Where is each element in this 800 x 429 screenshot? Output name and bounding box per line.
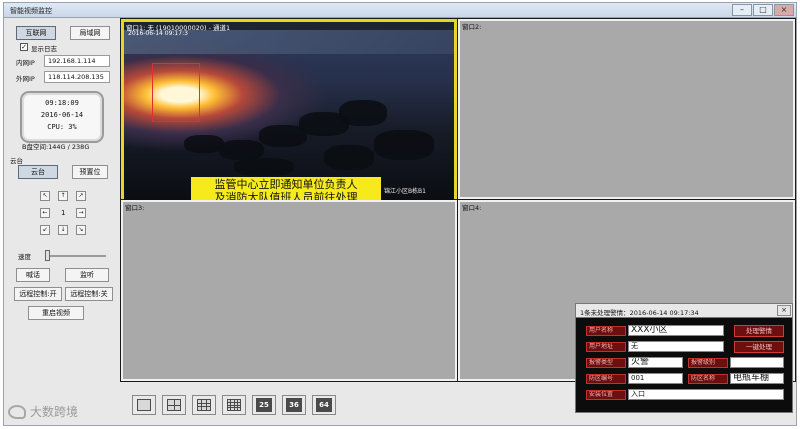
user-address-value: 无 <box>628 341 724 352</box>
show-log-label: 显示日志 <box>31 45 57 53</box>
layout-25-button[interactable]: 25 <box>252 395 276 415</box>
remote-control-off-button[interactable]: 远程控制:关 <box>65 287 113 301</box>
show-log-checkbox[interactable]: ✓ <box>20 43 28 51</box>
video-pane-2[interactable]: 窗口2: <box>458 19 795 199</box>
restart-video-button[interactable]: 重启视频 <box>28 306 84 320</box>
alarm-title: 1条未处理警情：2016-06-14 09:17:34 <box>580 309 699 317</box>
tab-preset[interactable]: 预置位 <box>72 165 108 179</box>
ptz-left-icon[interactable]: ← <box>40 208 50 218</box>
watermark: 大数跨境 <box>8 403 78 420</box>
window-controls: – □ × <box>732 4 794 16</box>
pane-2-label: 窗口2: <box>462 23 482 31</box>
window-title: 智能视频监控 <box>10 7 52 15</box>
alert-caption: 监管中心立即通知单位负责人 及消防大队值班人员前往处理 <box>191 177 381 200</box>
title-bar: 智能视频监控 – □ × <box>4 3 796 18</box>
alarm-header: 1条未处理警情：2016-06-14 09:17:34 × <box>576 304 792 318</box>
layout-36-label: 36 <box>286 398 302 412</box>
zone-number-value: 001 <box>628 373 683 384</box>
zone-number-label: 防区编号 <box>586 374 626 384</box>
close-button[interactable]: × <box>774 4 794 16</box>
brand-logo-icon <box>8 404 26 419</box>
extranet-ip-field[interactable]: 118.114.208.135 <box>44 71 110 83</box>
fire-detection-box <box>152 63 200 122</box>
ptz-up-right-icon[interactable]: ↗ <box>76 191 86 201</box>
ptz-down-icon[interactable]: ↓ <box>58 225 68 235</box>
disk-space: B盘空间:144G / 238G <box>22 143 90 151</box>
extranet-ip-label: 外网IP <box>16 75 35 83</box>
ptz-up-left-icon[interactable]: ↖ <box>40 191 50 201</box>
tab-ptz[interactable]: 云台 <box>18 165 58 179</box>
camera-feed: 2016-06-14 09:17:3 监管中心立即通知单位负责人 及消防大队值班… <box>124 30 454 200</box>
alarm-level-label: 报警级别 <box>688 358 728 368</box>
ptz-section-title: 云台 <box>10 157 23 165</box>
layout-25-label: 25 <box>256 398 272 412</box>
user-name-label: 用户名称 <box>586 326 626 336</box>
remote-control-on-button[interactable]: 远程控制:开 <box>14 287 62 301</box>
ptz-down-left-icon[interactable]: ↙ <box>40 225 50 235</box>
quad-view-icon[interactable] <box>162 395 186 415</box>
alarm-popup: 1条未处理警情：2016-06-14 09:17:34 × 用户名称 XXX小区… <box>575 303 793 413</box>
alarm-close-button[interactable]: × <box>777 305 791 316</box>
minimize-button[interactable]: – <box>732 4 752 16</box>
clock-date: 2016-06-14 <box>40 111 84 119</box>
user-name-value: XXX小区 <box>628 325 724 336</box>
ptz-up-icon[interactable]: ↑ <box>58 191 68 201</box>
install-location-value: 入口 <box>628 389 784 400</box>
ptz-right-icon[interactable]: → <box>76 208 86 218</box>
video-pane-1[interactable]: 2016-06-14 09:17:3 监管中心立即通知单位负责人 及消防大队值班… <box>121 19 457 200</box>
intranet-ip-label: 内网IP <box>16 59 35 67</box>
listen-button[interactable]: 监听 <box>65 268 109 282</box>
speed-slider-thumb[interactable] <box>45 250 50 261</box>
clock-time: 09:18:09 <box>45 99 79 107</box>
alarm-level-value <box>730 357 784 368</box>
sixteen-view-icon[interactable] <box>222 395 246 415</box>
watermark-text: 大数跨境 <box>30 405 79 419</box>
camera-location: 锦江小区B栋B1 <box>383 188 426 195</box>
clock-display: 09:18:09 2016-06-14 CPU: 3% <box>20 91 104 143</box>
layout-36-button[interactable]: 36 <box>282 395 306 415</box>
zone-name-label: 防区名称 <box>688 374 728 384</box>
talk-button[interactable]: 喊话 <box>16 268 50 282</box>
alert-caption-line1: 监管中心立即通知单位负责人 <box>214 178 358 191</box>
maximize-button[interactable]: □ <box>753 4 773 16</box>
alert-caption-line2: 及消防大队值班人员前往处理 <box>214 191 358 200</box>
left-panel: 互联网 局域网 ✓ 显示日志 内网IP 192.168.1.114 外网IP 1… <box>8 21 116 421</box>
nine-view-icon[interactable] <box>192 395 216 415</box>
layout-toolbar: 25 36 64 <box>132 395 336 415</box>
speed-label: 速度 <box>18 253 31 261</box>
single-view-icon[interactable] <box>132 395 156 415</box>
pane-3-label: 窗口3: <box>125 204 145 212</box>
speed-slider-track[interactable] <box>46 255 106 257</box>
ptz-center-label: 1 <box>61 209 66 217</box>
intranet-ip-field[interactable]: 192.168.1.114 <box>44 55 110 67</box>
quick-handle-button[interactable]: 一键处理 <box>734 341 784 353</box>
cpu-usage: CPU: 3% <box>47 123 77 131</box>
alarm-type-label: 报警类型 <box>586 358 626 368</box>
layout-64-label: 64 <box>316 398 332 412</box>
zone-name-value: 电瓶车棚 <box>730 373 784 384</box>
pane-4-label: 窗口4: <box>462 204 482 212</box>
video-pane-3[interactable]: 窗口3: <box>121 200 457 381</box>
install-location-label: 安装位置 <box>586 390 626 400</box>
alarm-type-value: 火警 <box>628 357 683 368</box>
user-address-label: 用户地址 <box>586 342 626 352</box>
handle-alarm-button[interactable]: 处理警情 <box>734 325 784 337</box>
pane-1-label: 窗口1: 无 (19010000020) - 通道1 <box>126 24 231 32</box>
ptz-down-right-icon[interactable]: ↘ <box>76 225 86 235</box>
layout-64-button[interactable]: 64 <box>312 395 336 415</box>
internet-button[interactable]: 互联网 <box>16 26 56 40</box>
lan-button[interactable]: 局域网 <box>70 26 110 40</box>
